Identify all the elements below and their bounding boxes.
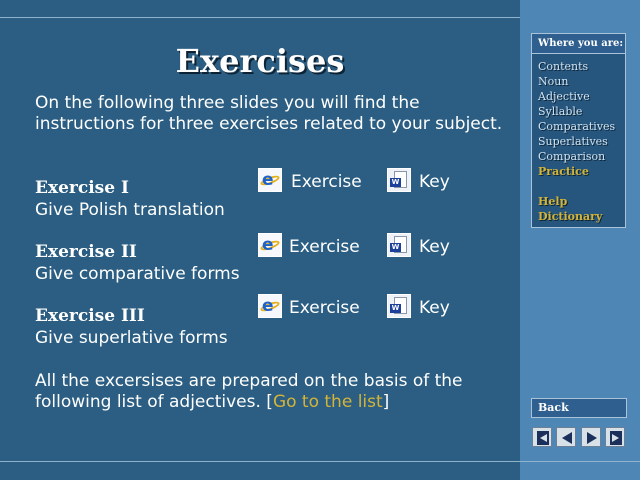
go-to-list-link[interactable]: Go to the list bbox=[273, 392, 383, 412]
nav-item-adjective[interactable]: Adjective bbox=[538, 89, 615, 104]
exercise-2-description: Give comparative forms bbox=[35, 264, 240, 284]
exercise-1-browser-icon[interactable]: e bbox=[258, 168, 282, 192]
exercise-2-key-link[interactable]: Key bbox=[419, 237, 450, 257]
nav-item-comparison[interactable]: Comparison bbox=[538, 149, 615, 164]
nav-item-help[interactable]: Help bbox=[538, 194, 602, 209]
extra-nav-list: Help Dictionary bbox=[538, 194, 602, 224]
exercise-3-browser-icon[interactable]: e bbox=[258, 294, 282, 318]
bottom-divider bbox=[0, 461, 640, 462]
top-divider bbox=[0, 17, 520, 18]
exercise-3-key-document-icon[interactable]: W bbox=[387, 294, 411, 318]
nav-item-practice[interactable]: Practice bbox=[538, 164, 615, 179]
next-slide-icon bbox=[587, 432, 597, 444]
exercise-3-description: Give superlative forms bbox=[35, 328, 228, 348]
outro-text-start: All the excersises are prepared on the b… bbox=[35, 371, 463, 412]
last-slide-icon bbox=[610, 431, 622, 445]
outro-text-end: ] bbox=[382, 392, 390, 412]
exercise-1-heading: Exercise I bbox=[35, 178, 129, 198]
nav-item-comparatives[interactable]: Comparatives bbox=[538, 119, 615, 134]
exercise-2-key-document-icon[interactable]: W bbox=[387, 233, 411, 257]
nav-list: Contents Noun Adjective Syllable Compara… bbox=[538, 59, 615, 179]
exercise-1-link[interactable]: Exercise bbox=[291, 172, 362, 192]
nav-item-syllable[interactable]: Syllable bbox=[538, 104, 615, 119]
exercise-1-description: Give Polish translation bbox=[35, 200, 225, 220]
exercise-3-heading: Exercise III bbox=[35, 306, 145, 326]
nav-item-superlatives[interactable]: Superlatives bbox=[538, 134, 615, 149]
intro-text: On the following three slides you will f… bbox=[35, 93, 503, 134]
outro-text: All the excersises are prepared on the b… bbox=[35, 371, 505, 413]
previous-slide-button[interactable] bbox=[556, 427, 576, 447]
exercise-2-heading: Exercise II bbox=[35, 242, 137, 262]
exercise-2-browser-icon[interactable]: e bbox=[258, 233, 282, 257]
exercise-3-link[interactable]: Exercise bbox=[289, 298, 360, 318]
exercise-3-key-link[interactable]: Key bbox=[419, 298, 450, 318]
first-slide-icon bbox=[537, 431, 549, 445]
exercise-1-key-link[interactable]: Key bbox=[419, 172, 450, 192]
nav-item-noun[interactable]: Noun bbox=[538, 74, 615, 89]
next-slide-button[interactable] bbox=[581, 427, 601, 447]
where-you-are-panel: Where you are: Contents Noun Adjective S… bbox=[531, 33, 626, 228]
back-button[interactable]: Back bbox=[531, 398, 627, 418]
exercise-1-key-document-icon[interactable]: W bbox=[387, 168, 411, 192]
nav-item-dictionary[interactable]: Dictionary bbox=[538, 209, 602, 224]
nav-item-contents[interactable]: Contents bbox=[538, 59, 615, 74]
panel-title: Where you are: bbox=[532, 34, 625, 54]
first-slide-button[interactable] bbox=[532, 427, 552, 447]
exercise-2-link[interactable]: Exercise bbox=[289, 237, 360, 257]
last-slide-button[interactable] bbox=[605, 427, 625, 447]
previous-slide-icon bbox=[562, 432, 572, 444]
page-title: Exercises bbox=[175, 42, 345, 80]
